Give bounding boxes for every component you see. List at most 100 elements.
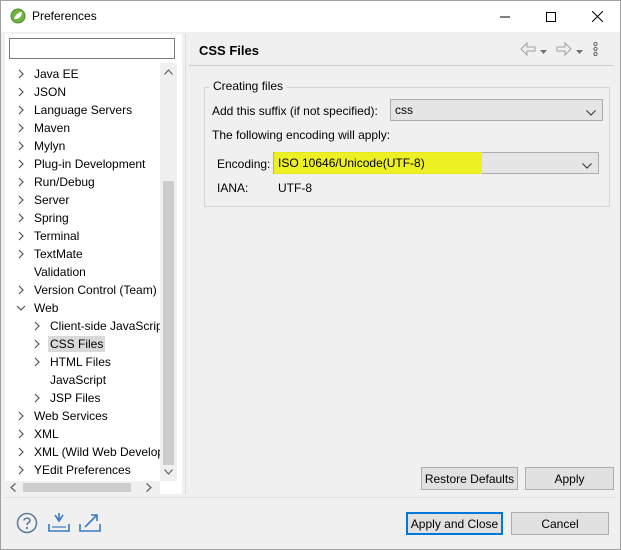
restore-defaults-button[interactable]: Restore Defaults [421, 467, 518, 490]
chevron-right-icon[interactable] [15, 410, 27, 422]
chevron-right-icon[interactable] [31, 320, 43, 332]
chevron-right-icon[interactable] [15, 176, 27, 188]
tree-item[interactable]: Java EE [15, 65, 81, 83]
chevron-right-icon[interactable] [15, 104, 27, 116]
import-icon[interactable] [47, 512, 71, 534]
tree-item-label: HTML Files [50, 355, 111, 369]
cancel-button[interactable]: Cancel [511, 512, 609, 535]
tree-item[interactable]: Mylyn [15, 137, 67, 155]
tree-item[interactable]: Web Services [15, 407, 110, 425]
tree-item[interactable]: Web [15, 299, 60, 317]
tree-item-label: Java EE [34, 67, 79, 81]
chevron-right-icon[interactable] [15, 248, 27, 260]
filter-input[interactable] [9, 38, 175, 59]
preference-tree: Java EE JSON Language Servers Maven Mylyn Plu… [5, 63, 160, 481]
forward-arrow-icon[interactable] [556, 41, 572, 59]
encoding-combo[interactable]: ISO 10646/Unicode(UTF-8) [273, 152, 599, 174]
help-icon[interactable] [16, 512, 40, 534]
tree-item[interactable]: Spring [15, 209, 71, 227]
maximize-icon [546, 11, 556, 22]
chevron-right-icon[interactable] [15, 122, 27, 134]
tree-item-label: CSS Files [48, 336, 106, 352]
encoding-note: The following encoding will apply: [212, 128, 391, 142]
encoding-label: Encoding: [217, 157, 271, 171]
forward-dropdown-icon[interactable] [576, 43, 583, 57]
tree-item[interactable]: JSP Files [31, 389, 102, 407]
tree-item-label: XML (Wild Web Developer) [34, 445, 160, 459]
suffix-label: Add this suffix (if not specified): [212, 104, 378, 118]
tree-item[interactable]: CSS Files [31, 335, 106, 353]
tree-item[interactable]: HTML Files [31, 353, 113, 371]
maximize-button[interactable] [528, 1, 574, 32]
tree-item[interactable]: XML [15, 425, 61, 443]
eclipse-spring-leaf-icon [10, 8, 26, 24]
tree-item-label: Web [34, 301, 59, 315]
close-button[interactable] [574, 1, 620, 32]
tree-item[interactable]: JSON [15, 83, 68, 101]
tree-item[interactable]: Language Servers [15, 101, 134, 119]
header-separator [189, 65, 614, 66]
apply-and-close-button[interactable]: Apply and Close [406, 512, 503, 535]
chevron-right-icon[interactable] [15, 446, 27, 458]
tree-item-label: JSON [34, 85, 67, 99]
page-title: CSS Files [199, 43, 259, 58]
scroll-down-icon [164, 469, 173, 475]
chevron-right-icon[interactable] [15, 194, 27, 206]
preferences-dialog: Preferences Java EE JSON Language Servers M… [0, 0, 621, 550]
tree-item-label: Language Servers [34, 103, 133, 117]
close-icon [591, 11, 603, 22]
tree-horizontal-scrollbar[interactable] [5, 481, 160, 494]
tree-item[interactable]: JavaScript [31, 371, 108, 389]
tree-item-label: Maven [34, 121, 71, 135]
tree-item[interactable]: YEdit Preferences [15, 461, 133, 479]
tree-item[interactable]: Run/Debug [15, 173, 97, 191]
tree-item-label: JSP Files [50, 391, 101, 405]
preference-tree-panel: Java EE JSON Language Servers Maven Mylyn Plu… [5, 34, 182, 494]
chevron-right-icon[interactable] [31, 338, 43, 350]
tree-item[interactable]: Validation [15, 263, 88, 281]
tree-item[interactable]: TextMate [15, 245, 85, 263]
chevron-right-icon[interactable] [15, 212, 27, 224]
chevron-right-icon[interactable] [15, 230, 27, 242]
chevron-right-icon[interactable] [15, 140, 27, 152]
chevron-right-icon[interactable] [15, 158, 27, 170]
iana-label: IANA: [217, 181, 249, 195]
tree-item[interactable]: Maven [15, 119, 72, 137]
scrollbar-thumb[interactable] [23, 483, 131, 492]
suffix-combo[interactable]: css [390, 99, 603, 121]
chevron-right-icon[interactable] [15, 68, 27, 80]
tree-item-label: Validation [34, 265, 86, 279]
scrollbar-thumb[interactable] [163, 181, 174, 465]
chevron-right-icon[interactable] [15, 86, 27, 98]
page-navigation-toolbar [520, 41, 598, 59]
minimize-button[interactable] [482, 1, 528, 32]
chevron-down-icon[interactable] [15, 302, 27, 314]
chevron-right-icon[interactable] [15, 284, 27, 296]
tree-item-label: XML [34, 427, 59, 441]
scroll-right-icon [146, 483, 152, 492]
group-label: Creating files [209, 79, 288, 93]
chevron-right-icon[interactable] [15, 428, 27, 440]
tree-item-label: Mylyn [34, 139, 66, 153]
chevron-right-icon[interactable] [15, 464, 27, 476]
chevron-down-icon [586, 105, 596, 119]
panel-divider[interactable] [185, 34, 186, 494]
chevron-right-icon[interactable] [31, 392, 43, 404]
encoding-value: ISO 10646/Unicode(UTF-8) [278, 156, 425, 170]
apply-button[interactable]: Apply [525, 467, 614, 490]
tree-item[interactable]: XML (Wild Web Developer) [15, 443, 160, 461]
tree-item[interactable]: Server [15, 191, 71, 209]
tree-item[interactable]: Plug-in Development [15, 155, 147, 173]
tree-vertical-scrollbar[interactable] [160, 63, 177, 481]
tree-item-label: Web Services [34, 409, 108, 423]
export-icon[interactable] [78, 512, 102, 534]
tree-item[interactable]: Client-side JavaScript [31, 317, 160, 335]
back-arrow-icon[interactable] [520, 41, 536, 59]
tree-item[interactable]: Version Control (Team) [15, 281, 159, 299]
chevron-right-icon[interactable] [31, 356, 43, 368]
view-menu-icon[interactable] [593, 41, 598, 59]
tree-item[interactable]: Terminal [15, 227, 81, 245]
back-dropdown-icon[interactable] [540, 43, 547, 57]
